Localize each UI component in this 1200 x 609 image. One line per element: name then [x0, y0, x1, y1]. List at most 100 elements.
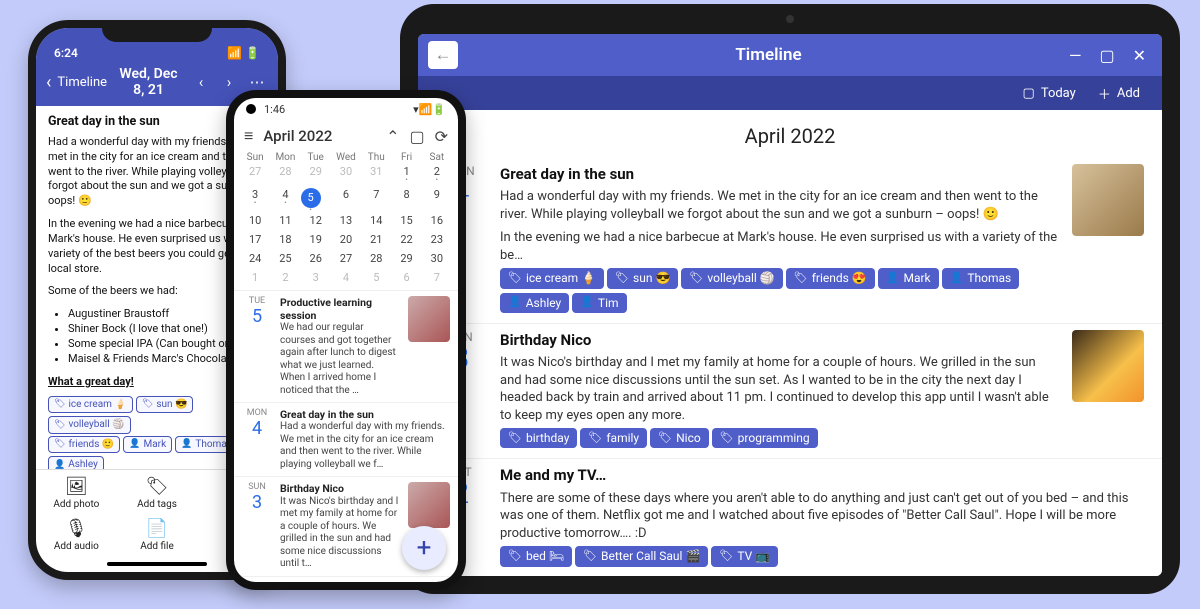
back-chevron-icon[interactable]: ‹ [46, 72, 51, 93]
calendar-day[interactable]: 28 [270, 165, 300, 182]
calendar-day[interactable]: 25 [270, 252, 300, 265]
dow-label: Tue [301, 152, 331, 163]
tag-chip[interactable]: Nico [650, 428, 709, 448]
entry-body: In the evening we had a nice barbecue at… [500, 229, 1058, 264]
calendar-day[interactable]: 6 [391, 271, 421, 284]
tag-chip[interactable]: Ashley [500, 293, 569, 313]
calendar-month[interactable]: April 2022 [263, 127, 376, 145]
more-menu-icon[interactable]: ⋯ [246, 73, 268, 91]
calendar-day[interactable]: 23 [422, 233, 452, 246]
menu-icon[interactable]: ≡ [244, 126, 253, 146]
tag-chip[interactable]: bed 🛏 [500, 546, 572, 566]
tag-chip[interactable]: Mark [878, 268, 939, 288]
calendar-day[interactable]: 8 [391, 188, 421, 208]
android-screen: 1:46 ▾📶🔋 ≡ April 2022 ⌃ ▢ ⟳ SunMonTueWed… [234, 98, 458, 582]
calendar-day[interactable]: 4 [331, 271, 361, 284]
tag-chip[interactable]: Tim [572, 293, 626, 313]
list-item[interactable]: SAT2Me and my TV…There are some of these… [234, 577, 458, 583]
tag-chip[interactable]: sun 😎 [136, 396, 194, 414]
calendar-day[interactable]: 3 [240, 188, 270, 208]
calendar-day[interactable]: 2 [422, 165, 452, 182]
calendar-day[interactable]: 14 [361, 214, 391, 227]
entry-thumbnail [408, 296, 450, 342]
calendar-day[interactable]: 27 [240, 165, 270, 182]
calendar-day[interactable]: 31 [361, 165, 391, 182]
calendar-day[interactable]: 1 [391, 165, 421, 182]
add-file-button[interactable]: 📄Add file [117, 518, 198, 552]
sync-icon[interactable]: ⟳ [435, 127, 448, 146]
tablet-page: April 2022 MON4Great day in the sunHad a… [418, 110, 1162, 576]
calendar-day[interactable]: 20 [331, 233, 361, 246]
minimize-icon[interactable]: — [1069, 46, 1082, 65]
calendar-day[interactable]: 11 [270, 214, 300, 227]
calendar-day[interactable]: 5 [361, 271, 391, 284]
timeline-row[interactable]: SUN3Birthday NicoIt was Nico's birthday … [418, 324, 1162, 460]
calendar-day[interactable]: 27 [331, 252, 361, 265]
calendar-day[interactable]: 29 [301, 165, 331, 182]
calendar-day[interactable]: 3 [301, 271, 331, 284]
tag-chip[interactable]: friends 😍 [786, 268, 875, 288]
maximize-icon[interactable]: ▢ [1099, 46, 1114, 65]
calendar-day[interactable]: 2 [270, 271, 300, 284]
calendar-day[interactable]: 22 [391, 233, 421, 246]
close-icon[interactable]: ✕ [1133, 46, 1146, 65]
calendar-day[interactable]: 29 [391, 252, 421, 265]
prev-day-button[interactable]: ‹ [190, 73, 212, 91]
fab-add-entry[interactable]: + [402, 526, 446, 570]
calendar-day[interactable]: 15 [391, 214, 421, 227]
tag-chip[interactable]: Mark [123, 436, 172, 454]
list-item[interactable]: TUE5Productive learning sessionWe had ou… [234, 291, 458, 403]
tag-chip[interactable]: birthday [500, 428, 577, 448]
today-button[interactable]: ▢Today [1023, 86, 1076, 101]
calendar-day[interactable]: 7 [361, 188, 391, 208]
list-item[interactable]: MON4Great day in the sunHad a wonderful … [234, 403, 458, 477]
entry-text: Birthday NicoIt was Nico's birthday and … [280, 482, 400, 570]
calendar-day[interactable]: 18 [270, 233, 300, 246]
tag-chip[interactable]: ice cream 🍦 [500, 268, 604, 288]
back-label[interactable]: Timeline [57, 75, 107, 90]
calendar-day[interactable]: 16 [422, 214, 452, 227]
plus-icon: ＋ [1098, 84, 1111, 103]
tag-chip[interactable]: sun 😎 [607, 268, 678, 288]
back-button[interactable]: ← [428, 41, 458, 69]
tag-chip[interactable]: programming [712, 428, 818, 448]
calendar-day[interactable]: 4 [270, 188, 300, 208]
tag-chip[interactable]: ice cream 🍦 [48, 396, 133, 414]
tag-chip[interactable]: Better Call Saul 🎬 [575, 546, 708, 566]
calendar-day[interactable]: 9 [422, 188, 452, 208]
calendar-day[interactable]: 30 [422, 252, 452, 265]
today-icon[interactable]: ▢ [409, 127, 424, 146]
collapse-month-icon[interactable]: ⌃ [386, 127, 399, 146]
add-tags-button[interactable]: 🏷Add tags [117, 476, 198, 510]
calendar-day[interactable]: 12 [301, 214, 331, 227]
tag-chip[interactable]: TV 📺 [711, 546, 778, 566]
calendar-day[interactable]: 17 [240, 233, 270, 246]
calendar-day[interactable]: 13 [331, 214, 361, 227]
entry-title: Great day in the sun [500, 164, 1058, 184]
timeline-row[interactable]: SAT2Me and my TV…There are some of these… [418, 459, 1162, 576]
tag-chip[interactable]: volleyball 🏐 [681, 268, 782, 288]
tag-chip[interactable]: Thomas [942, 268, 1020, 288]
tag-chip[interactable]: volleyball 🏐 [48, 416, 131, 434]
calendar-day[interactable]: 7 [422, 271, 452, 284]
calendar-day[interactable]: 1 [240, 271, 270, 284]
add-button[interactable]: ＋Add [1098, 84, 1140, 103]
calendar-day[interactable]: 28 [361, 252, 391, 265]
calendar-day[interactable]: 30 [331, 165, 361, 182]
tag-chip[interactable]: friends 🙂 [48, 436, 120, 454]
calendar-day[interactable]: 26 [301, 252, 331, 265]
next-day-button[interactable]: › [218, 73, 240, 91]
calendar-day[interactable]: 21 [361, 233, 391, 246]
calendar-day[interactable]: 6 [331, 188, 361, 208]
tag-chip[interactable]: family [580, 428, 647, 448]
clock: 6:24 [54, 46, 78, 60]
calendar-day[interactable]: 24 [240, 252, 270, 265]
iphone-notch [102, 20, 212, 42]
add-audio-button[interactable]: 🎙Add audio [36, 518, 117, 552]
tag-chip[interactable]: Ashley [48, 456, 104, 469]
timeline-row[interactable]: MON4Great day in the sunHad a wonderful … [418, 158, 1162, 324]
calendar-day[interactable]: 5 [301, 188, 321, 208]
calendar-day[interactable]: 10 [240, 214, 270, 227]
calendar-day[interactable]: 19 [301, 233, 331, 246]
add-photo-button[interactable]: 🖼Add photo [36, 476, 117, 510]
